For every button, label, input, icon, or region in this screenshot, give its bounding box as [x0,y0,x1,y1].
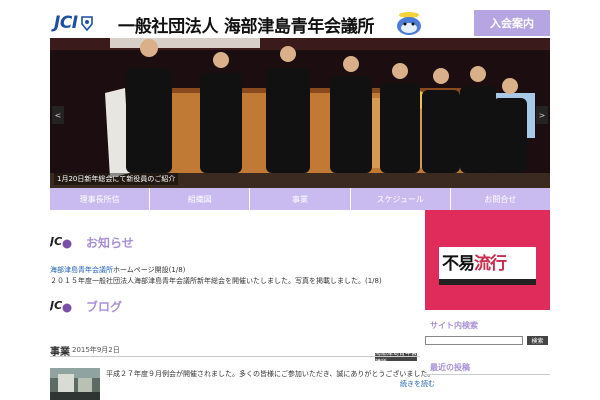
nav-item-organization[interactable]: 組織図 [150,188,251,210]
jc-mascot-icon: JC [50,235,72,249]
news-text: ホームページ開設(1/8) [113,266,186,274]
news-title: お知らせ [86,235,134,250]
jci-logo[interactable]: JCI [54,12,94,34]
news-heading: JC お知らせ [50,233,134,251]
nav-item-projects[interactable]: 事業 [250,188,351,210]
banner-title-part-2: 流行 [474,254,507,274]
blog-thumbnail[interactable] [50,368,100,400]
site-title: 一般社団法人 海部津島青年会議所 [118,17,375,37]
slide-image [50,38,550,188]
jc-mascot-icon: JC [50,299,72,313]
sidebar: 不易流行 サイト内検索 検索 最近の投稿 [425,210,550,400]
divider [425,374,550,375]
slider-next-button[interactable]: > [536,106,548,124]
mascot-icon [397,12,421,35]
hero-slider[interactable]: 1月20日新年総会にて新役員のご紹介 < > [50,38,550,188]
blog-title: ブログ [86,299,123,314]
divider [50,356,420,357]
blog-excerpt: 平成２７年度９月例会が開催されました。多くの皆様にご参加いただき、誠にありがとう… [106,370,435,378]
news-list: 海部津島青年会議所ホームページ開設(1/8) ２０１５年度一般社団法人海部津島青… [50,265,420,287]
logo-text: JCI [54,13,78,33]
main-content: JC お知らせ 海部津島青年会議所ホームページ開設(1/8) ２０１５年度一般社… [50,225,435,400]
banner-title: 不易流行 [442,249,507,274]
blog-date: 2015年9月2日 [72,346,120,354]
nav-item-contact[interactable]: お問合せ [450,188,551,210]
jci-emblem-icon [80,16,93,31]
svg-text:JC: JC [50,299,62,312]
news-link[interactable]: 海部津島青年会議所 [50,266,113,274]
svg-text:JC: JC [50,235,62,248]
blog-tag[interactable]: 海部津島青年会議所 [375,353,417,361]
search-input[interactable] [425,336,523,345]
banner-subline [439,279,536,285]
slide-caption: 1月20日新年総会にて新役員のご紹介 [54,173,179,185]
blog-heading: JC ブログ [50,297,122,315]
site-header: JCI 一般社団法人 海部津島青年会議所 入会案内 [50,8,550,38]
banner-title-part-1: 不易 [442,254,475,274]
slider-prev-button[interactable]: < [52,106,64,124]
banner-panel: 不易流行 [439,247,536,279]
nav-item-policy[interactable]: 理事長所信 [50,188,151,210]
search-heading: サイト内検索 [430,321,478,330]
nav-item-schedule[interactable]: スケジュール [350,188,451,210]
search-form: 検索 [425,336,550,346]
recent-posts-heading: 最近の投稿 [430,363,470,372]
search-button[interactable]: 検索 [527,336,548,345]
main-nav: 理事長所信 組織図 事業 スケジュール お問合せ [50,188,551,210]
news-item: 海部津島青年会議所ホームページ開設(1/8) [50,265,420,276]
news-item: ２０１５年度一般社団法人海部津島青年会議所新年総会を開催いたしました。写真を掲載… [50,277,382,285]
join-button[interactable]: 入会案内 [474,10,550,36]
slogan-banner[interactable]: 不易流行 [425,210,550,310]
